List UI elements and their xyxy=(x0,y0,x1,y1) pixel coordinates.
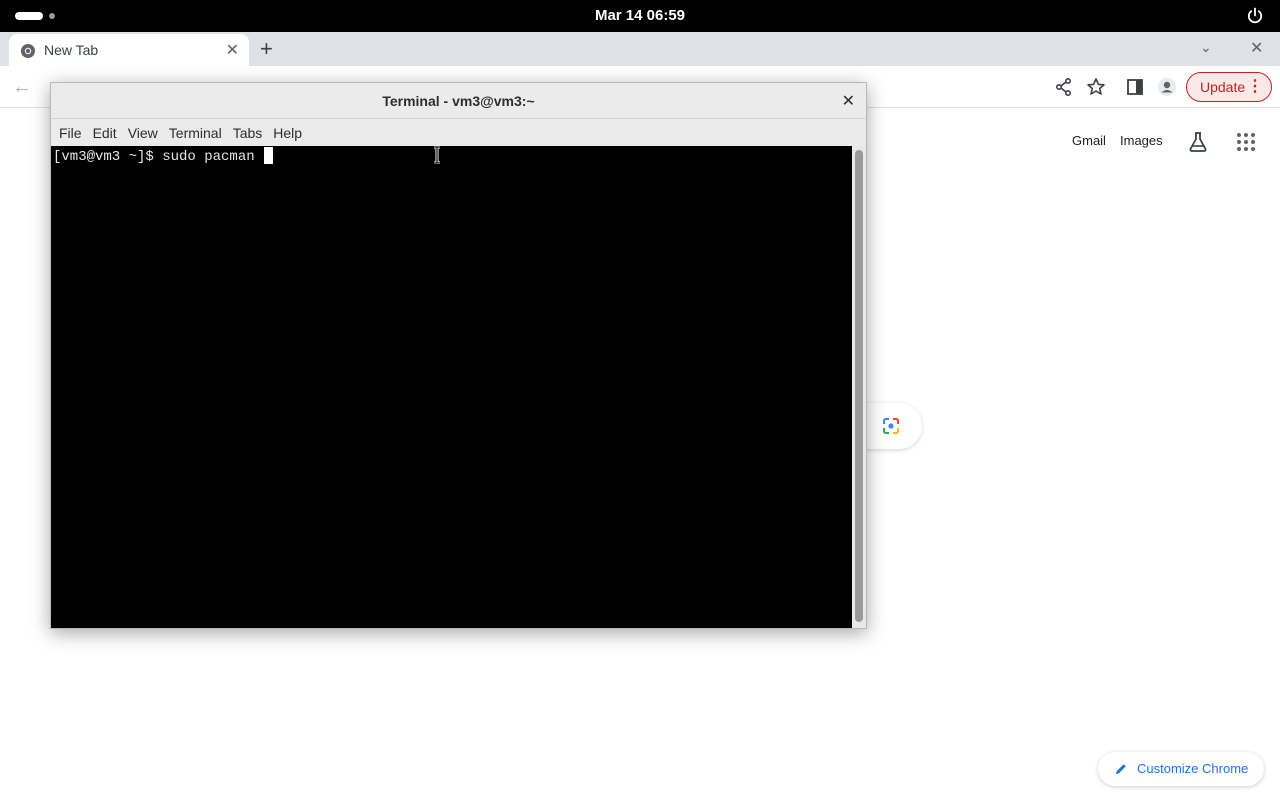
tab-title: New Tab xyxy=(44,42,99,58)
chrome-icon xyxy=(21,44,35,58)
pencil-icon xyxy=(1116,764,1126,774)
images-link[interactable]: Images xyxy=(1120,133,1163,148)
menu-tabs[interactable]: Tabs xyxy=(232,119,269,146)
new-tab-button[interactable]: + xyxy=(260,36,273,62)
customize-chrome-label: Customize Chrome xyxy=(1137,761,1249,776)
terminal-command-line: [vm3@vm3 ~]$ sudo pacman xyxy=(53,147,274,165)
menu-file[interactable]: File xyxy=(58,119,88,146)
power-icon[interactable] xyxy=(1246,7,1264,25)
terminal-prompt-text: [vm3@vm3 ~]$ sudo pacman xyxy=(53,149,264,165)
tab-strip: New Tab ✕ + ⌄ ✕ xyxy=(0,32,1280,66)
update-label: Update xyxy=(1200,79,1246,95)
terminal-title: Terminal - vm3@vm3:~ xyxy=(382,93,535,109)
window-close-icon[interactable]: ✕ xyxy=(1250,38,1263,58)
menu-terminal[interactable]: Terminal xyxy=(168,119,228,146)
menu-help[interactable]: Help xyxy=(272,119,308,146)
share-icon[interactable] xyxy=(1054,77,1074,97)
mouse-ibeam-cursor-icon xyxy=(434,146,440,164)
terminal-cursor xyxy=(264,147,274,164)
terminal-window: Terminal - vm3@vm3:~ ✕ File Edit View Te… xyxy=(50,82,867,629)
menu-edit[interactable]: Edit xyxy=(92,119,123,146)
clock[interactable]: Mar 14 06:59 xyxy=(0,7,1280,24)
terminal-close-icon[interactable]: ✕ xyxy=(842,91,855,111)
update-button[interactable]: Update ⋮ xyxy=(1186,72,1272,102)
google-apps-grid-icon[interactable] xyxy=(1236,132,1256,152)
google-lens-icon xyxy=(883,418,899,434)
profile-avatar-icon[interactable] xyxy=(1157,77,1177,97)
bookmark-star-icon[interactable] xyxy=(1086,77,1106,97)
gmail-link[interactable]: Gmail xyxy=(1072,133,1106,148)
side-panel-icon[interactable] xyxy=(1125,77,1145,97)
labs-flask-icon[interactable] xyxy=(1186,130,1210,154)
more-menu-icon[interactable]: ⋮ xyxy=(1247,73,1263,101)
tab-close-icon[interactable]: ✕ xyxy=(226,40,239,60)
system-top-bar: Mar 14 06:59 xyxy=(0,0,1280,32)
terminal-titlebar[interactable]: Terminal - vm3@vm3:~ ✕ xyxy=(51,83,866,119)
terminal-scrollbar[interactable] xyxy=(852,146,866,628)
menu-view[interactable]: View xyxy=(127,119,164,146)
back-arrow-icon[interactable]: ← xyxy=(12,76,32,99)
customize-chrome-button[interactable]: Customize Chrome xyxy=(1098,752,1264,786)
terminal-output-area[interactable]: [vm3@vm3 ~]$ sudo pacman xyxy=(51,146,852,628)
google-lens-button[interactable] xyxy=(860,403,922,449)
terminal-scrollbar-thumb[interactable] xyxy=(855,150,863,622)
terminal-menubar: File Edit View Terminal Tabs Help xyxy=(51,119,866,146)
tab-new-tab[interactable]: New Tab ✕ xyxy=(9,34,249,66)
tab-search-chevron-icon[interactable]: ⌄ xyxy=(1200,39,1212,56)
